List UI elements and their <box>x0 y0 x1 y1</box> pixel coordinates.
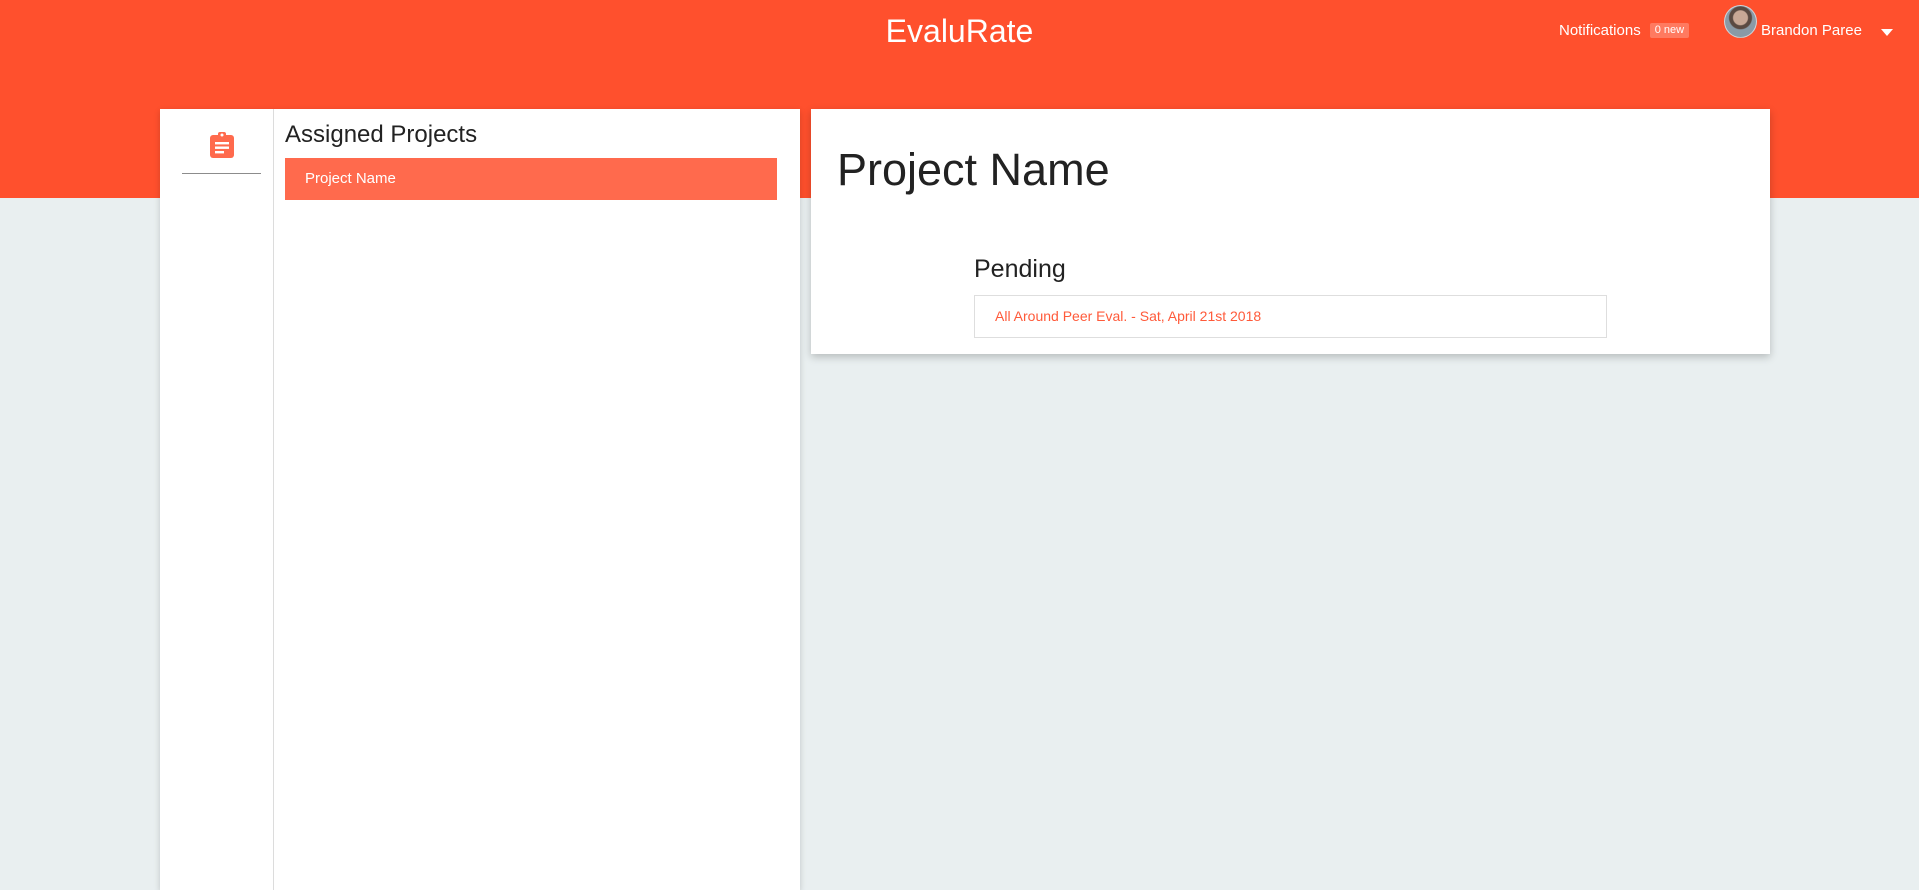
project-list-item[interactable]: Project Name <box>285 158 777 200</box>
avatar <box>1724 5 1757 38</box>
notifications-label: Notifications <box>1559 22 1641 39</box>
project-detail-card: Project Name Pending All Around Peer Eva… <box>811 109 1770 354</box>
pending-heading: Pending <box>974 255 1066 283</box>
notifications-link[interactable]: Notifications 0 new <box>1559 22 1690 39</box>
projects-panel: Assigned Projects Project Name <box>160 109 800 890</box>
user-name: Brandon Paree <box>1761 22 1862 39</box>
dropdown-caret-icon[interactable] <box>1881 29 1893 36</box>
user-menu[interactable]: Brandon Paree <box>1724 5 1862 39</box>
pending-evaluation-item[interactable]: All Around Peer Eval. - Sat, April 21st … <box>974 295 1607 338</box>
sidebar-rail <box>160 109 274 890</box>
rail-divider <box>182 173 261 174</box>
assigned-projects-heading: Assigned Projects <box>285 121 478 148</box>
notifications-badge: 0 new <box>1649 23 1690 38</box>
project-title: Project Name <box>837 144 1110 195</box>
clipboard-icon[interactable] <box>210 132 234 158</box>
